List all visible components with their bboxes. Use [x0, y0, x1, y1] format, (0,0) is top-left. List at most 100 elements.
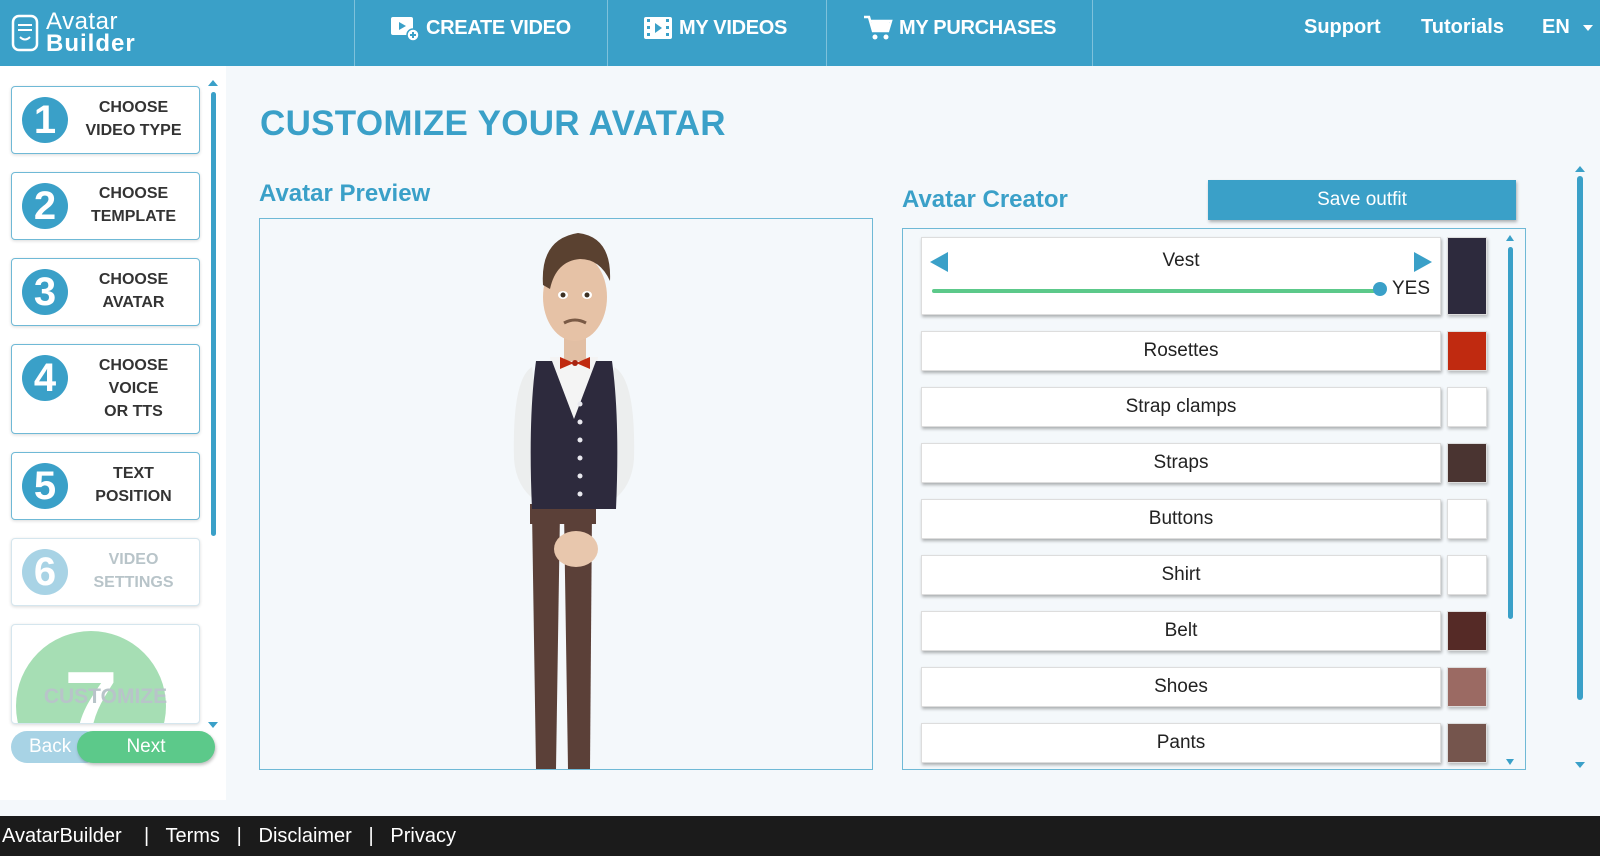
- avatar-builder-logo[interactable]: Avatar Builder: [10, 6, 136, 60]
- scroll-up-arrow-icon[interactable]: [1506, 235, 1514, 241]
- video-add-icon: [391, 17, 420, 42]
- scroll-down-arrow-icon[interactable]: [1575, 762, 1585, 768]
- chevron-down-icon: [1583, 24, 1594, 31]
- avatar-figure-image: [513, 233, 635, 769]
- scroll-up-arrow-icon[interactable]: [208, 80, 218, 86]
- vest-label: Vest: [1162, 250, 1200, 271]
- film-strip-icon: [644, 17, 672, 39]
- step-1-choose-video-type[interactable]: 1 CHOOSE VIDEO TYPE: [11, 86, 200, 154]
- part-shoes-button[interactable]: Shoes: [921, 667, 1441, 707]
- nav-create-video-label: CREATE VIDEO: [426, 16, 571, 39]
- buttons-color-swatch[interactable]: [1447, 499, 1487, 539]
- step-label-line: VIDEO TYPE: [85, 122, 182, 139]
- step-label-line: CHOOSE: [98, 357, 169, 374]
- pants-color-swatch[interactable]: [1447, 723, 1487, 763]
- step-sidebar: 1 CHOOSE VIDEO TYPE 2 CHOOSE TEMPLATE 3 …: [0, 66, 226, 800]
- top-nav-bar: Avatar Builder CREATE VIDEO MY VIDEOS MY…: [0, 0, 1600, 66]
- shoes-color-swatch[interactable]: [1447, 667, 1487, 707]
- step-label-line: VIDEO: [108, 551, 159, 568]
- nav-divider: [826, 0, 827, 66]
- scrollbar-thumb[interactable]: [1577, 176, 1583, 700]
- nav-divider: [607, 0, 608, 66]
- save-outfit-button[interactable]: Save outfit: [1208, 180, 1516, 220]
- step-label-line: CHOOSE: [98, 99, 169, 116]
- scrollbar-thumb[interactable]: [211, 92, 216, 536]
- step-label-line: POSITION: [95, 488, 172, 505]
- creator-scrollbar[interactable]: [1506, 235, 1515, 765]
- footer-brand-link[interactable]: AvatarBuilder: [2, 825, 122, 847]
- avatar-preview-heading: Avatar Preview: [259, 180, 431, 207]
- belt-color-swatch[interactable]: [1447, 611, 1487, 651]
- step-number-badge: 5: [22, 463, 68, 509]
- vest-toggle-value: YES: [1391, 278, 1430, 299]
- sidebar-scrollbar[interactable]: [208, 80, 218, 730]
- privacy-link[interactable]: Privacy: [390, 825, 456, 847]
- nav-my-videos-label: MY VIDEOS: [679, 16, 788, 39]
- nav-divider: [354, 0, 355, 66]
- step-label-line: TEXT: [113, 465, 154, 482]
- step-number-badge: 4: [22, 355, 68, 401]
- part-shirt-button[interactable]: Shirt: [921, 555, 1441, 595]
- scroll-down-arrow-icon[interactable]: [208, 722, 218, 728]
- disclaimer-link[interactable]: Disclaimer: [259, 825, 352, 847]
- part-belt-button[interactable]: Belt: [921, 611, 1441, 651]
- shopping-cart-icon: [864, 15, 893, 40]
- nav-divider: [1092, 0, 1093, 66]
- part-buttons-button[interactable]: Buttons: [921, 499, 1441, 539]
- part-strap-clamps-button[interactable]: Strap clamps: [921, 387, 1441, 427]
- scroll-down-arrow-icon[interactable]: [1506, 759, 1514, 765]
- step-2-choose-template[interactable]: 2 CHOOSE TEMPLATE: [11, 172, 200, 240]
- vest-toggle-slider[interactable]: [932, 289, 1380, 293]
- step-label-line: CHOOSE: [98, 271, 169, 288]
- footer: AvatarBuilder | Terms | Disclaimer | Pri…: [0, 816, 1600, 856]
- logo-face-icon: [11, 14, 39, 52]
- step-label-line: SETTINGS: [93, 574, 174, 591]
- next-arrow-icon[interactable]: [1414, 252, 1432, 272]
- step-4-choose-voice[interactable]: 4 CHOOSE VOICE OR TTS: [11, 344, 200, 434]
- nav-my-purchases-label: MY PURCHASES: [899, 16, 1057, 39]
- scroll-up-arrow-icon[interactable]: [1575, 166, 1585, 172]
- next-button[interactable]: Next: [77, 731, 215, 763]
- main-content: CUSTOMIZE YOUR AVATAR Avatar Preview Ava…: [226, 66, 1600, 800]
- support-link[interactable]: Support: [1304, 16, 1381, 39]
- step-5-text-position[interactable]: 5 TEXT POSITION: [11, 452, 200, 520]
- tutorials-link[interactable]: Tutorials: [1421, 16, 1504, 39]
- step-label-line: CHOOSE: [98, 185, 169, 202]
- step-label-line: TEMPLATE: [90, 208, 177, 225]
- step-label-line: VOICE: [108, 380, 159, 397]
- avatar-creator-heading: Avatar Creator: [902, 186, 1068, 213]
- step-label-line: CUSTOMIZE: [43, 685, 168, 708]
- vest-color-swatch[interactable]: [1447, 237, 1487, 315]
- step-number-badge: 6: [22, 549, 68, 595]
- page-title: CUSTOMIZE YOUR AVATAR: [260, 104, 726, 143]
- nav-my-purchases[interactable]: MY PURCHASES: [863, 0, 1056, 56]
- step-number-badge: 1: [22, 97, 68, 143]
- step-7-customize-avatar[interactable]: 7 CUSTOMIZE: [11, 624, 200, 724]
- step-label-line: OR TTS: [104, 403, 163, 420]
- shirt-color-swatch[interactable]: [1447, 555, 1487, 595]
- terms-link[interactable]: Terms: [165, 825, 219, 847]
- part-rosettes-button[interactable]: Rosettes: [921, 331, 1441, 371]
- nav-my-videos[interactable]: MY VIDEOS: [643, 0, 787, 56]
- logo-line-2: Builder: [46, 30, 136, 57]
- main-scrollbar[interactable]: [1575, 166, 1586, 778]
- rosettes-color-swatch[interactable]: [1447, 331, 1487, 371]
- scrollbar-thumb[interactable]: [1508, 247, 1513, 619]
- strap-clamps-color-swatch[interactable]: [1447, 387, 1487, 427]
- straps-color-swatch[interactable]: [1447, 443, 1487, 483]
- avatar-creator-panel: Vest YES Rosettes Strap clamps Straps Bu…: [902, 228, 1526, 770]
- language-selector[interactable]: EN: [1542, 16, 1594, 39]
- avatar-preview-panel: [259, 218, 873, 770]
- part-pants-button[interactable]: Pants: [921, 723, 1441, 763]
- step-number-badge: 7: [16, 631, 166, 723]
- language-label: EN: [1542, 16, 1570, 38]
- vest-slider-handle[interactable]: [1373, 282, 1387, 296]
- step-3-choose-avatar[interactable]: 3 CHOOSE AVATAR: [11, 258, 200, 326]
- wizard-navigation: Back Next: [11, 731, 215, 763]
- vest-selector: Vest YES: [921, 237, 1441, 315]
- part-straps-button[interactable]: Straps: [921, 443, 1441, 483]
- step-number-badge: 2: [22, 183, 68, 229]
- step-number-badge: 3: [22, 269, 68, 315]
- nav-create-video[interactable]: CREATE VIDEO: [390, 0, 571, 56]
- step-6-video-settings[interactable]: 6 VIDEO SETTINGS: [11, 538, 200, 606]
